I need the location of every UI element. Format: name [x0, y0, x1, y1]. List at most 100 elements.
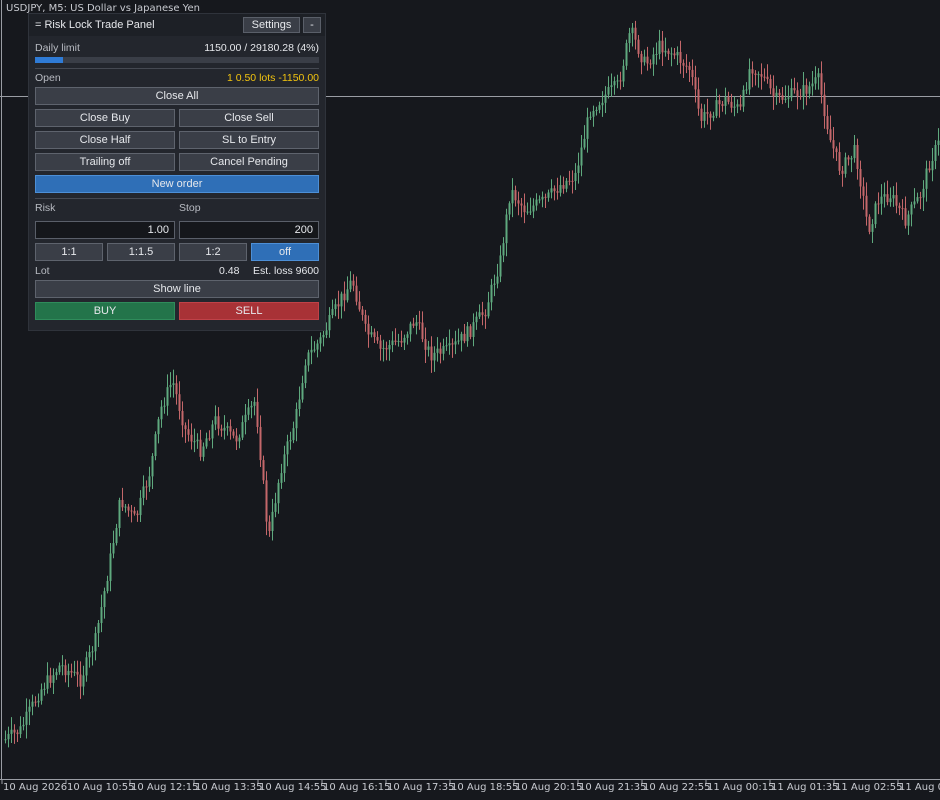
- candle-body: [292, 428, 295, 441]
- candle-body: [46, 675, 49, 689]
- risk-input[interactable]: 1.00: [35, 221, 175, 239]
- candle-body: [889, 198, 892, 203]
- candle-body: [574, 172, 577, 182]
- candle-body: [10, 729, 13, 734]
- rr-off-button[interactable]: off: [251, 243, 319, 261]
- candle-body: [16, 732, 19, 735]
- candle-body: [70, 670, 73, 673]
- candle-body: [904, 208, 907, 226]
- candle-body: [877, 203, 880, 205]
- candle-body: [184, 425, 187, 430]
- candle-body: [820, 73, 823, 95]
- candle-body: [451, 343, 454, 345]
- candle-body: [445, 345, 448, 347]
- candle-body: [421, 322, 424, 340]
- candle-body: [280, 473, 283, 483]
- candle-body: [169, 384, 172, 388]
- candle-body: [343, 293, 346, 301]
- candle-body: [856, 144, 859, 170]
- candle-body: [847, 157, 850, 160]
- candle-body: [211, 424, 214, 439]
- rr-1-2-button[interactable]: 1:2: [179, 243, 247, 261]
- candle-body: [607, 87, 610, 95]
- candle-body: [430, 346, 433, 361]
- candle-body: [334, 304, 337, 310]
- candle-body: [400, 340, 403, 343]
- close-half-button[interactable]: Close Half: [35, 131, 175, 149]
- candle-body: [118, 499, 121, 528]
- candle-body: [535, 199, 538, 206]
- candle-body: [910, 204, 913, 215]
- rr-1-1-button[interactable]: 1:1: [35, 243, 103, 261]
- candle-body: [835, 148, 838, 153]
- candle-body: [784, 98, 787, 100]
- candle-body: [409, 323, 412, 335]
- time-axis-label: 10 Aug 16:15: [323, 782, 391, 793]
- sl-to-entry-button[interactable]: SL to Entry: [179, 131, 319, 149]
- candle-body: [358, 301, 361, 310]
- candle-body: [136, 513, 139, 516]
- candle-body: [370, 332, 373, 335]
- candle-body: [673, 53, 676, 56]
- candle-body: [733, 106, 736, 108]
- candle-body: [349, 280, 352, 290]
- candle-body: [496, 276, 499, 284]
- candle-body: [628, 33, 631, 44]
- stop-label: Stop: [179, 202, 201, 214]
- close-sell-button[interactable]: Close Sell: [179, 109, 319, 127]
- cancel-pending-button[interactable]: Cancel Pending: [179, 153, 319, 171]
- candle-body: [649, 63, 652, 65]
- candle-body: [799, 95, 802, 97]
- candle-body: [568, 180, 571, 182]
- candle-body: [289, 440, 292, 442]
- candle-body: [154, 434, 157, 457]
- candle-body: [367, 323, 370, 335]
- rr-1-1-5-button[interactable]: 1:1.5: [107, 243, 175, 261]
- candle-body: [751, 69, 754, 74]
- panel-header[interactable]: = Risk Lock Trade Panel Settings -: [29, 14, 325, 36]
- candle-body: [775, 92, 778, 97]
- sell-button[interactable]: SELL: [179, 302, 319, 320]
- candle-body: [73, 671, 76, 673]
- candle-body: [550, 188, 553, 193]
- candle-body: [901, 208, 904, 210]
- trailing-toggle-button[interactable]: Trailing off: [35, 153, 175, 171]
- candle-body: [715, 100, 718, 116]
- candle-body: [151, 456, 154, 477]
- candle-body: [634, 27, 637, 40]
- candle-body: [529, 211, 532, 213]
- settings-button[interactable]: Settings: [243, 17, 300, 33]
- candle-body: [787, 97, 790, 99]
- candle-body: [253, 401, 256, 406]
- candle-body: [487, 302, 490, 317]
- close-buy-button[interactable]: Close Buy: [35, 109, 175, 127]
- candle-body: [157, 419, 160, 435]
- candle-body: [580, 147, 583, 166]
- candle-body: [100, 607, 103, 624]
- candle-body: [61, 665, 64, 667]
- candle-body: [589, 116, 592, 118]
- candle-body: [793, 88, 796, 91]
- buy-button[interactable]: BUY: [35, 302, 175, 320]
- candle-body: [364, 314, 367, 324]
- candle-body: [283, 454, 286, 474]
- close-all-button[interactable]: Close All: [35, 87, 319, 105]
- candle-body: [754, 73, 757, 75]
- show-line-button[interactable]: Show line: [35, 280, 319, 298]
- candle-body: [562, 185, 565, 189]
- candle-body: [610, 85, 613, 88]
- new-order-button[interactable]: New order: [35, 175, 319, 193]
- time-axis-label: 11 Aug 00:15: [707, 782, 775, 793]
- candle-body: [913, 201, 916, 205]
- candle-body: [247, 407, 250, 415]
- candle-body: [469, 326, 472, 337]
- stop-input[interactable]: 200: [179, 221, 319, 239]
- candle-body: [190, 434, 193, 442]
- minimize-button[interactable]: -: [303, 17, 321, 33]
- candle-body: [493, 283, 496, 285]
- candle-body: [520, 203, 523, 206]
- candle-body: [427, 346, 430, 350]
- candle-body: [586, 117, 589, 139]
- candle-body: [460, 333, 463, 341]
- candle-body: [55, 672, 58, 676]
